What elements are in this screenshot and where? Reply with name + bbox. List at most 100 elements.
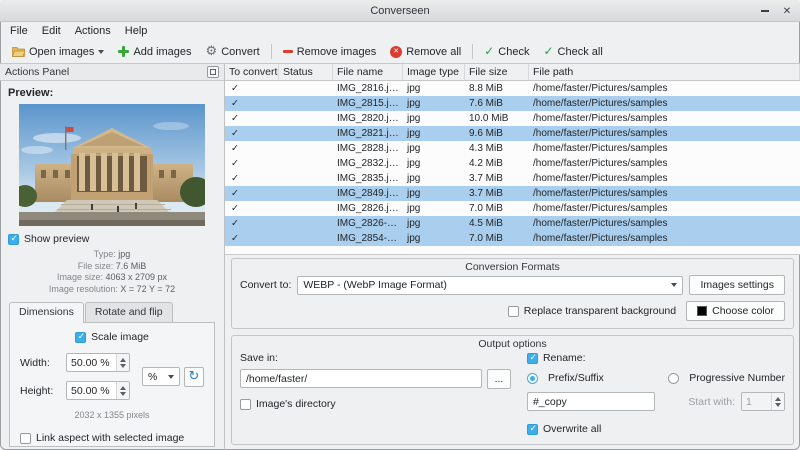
panel-tabs: Dimensions Rotate and flip (9, 302, 215, 323)
overwrite-all-checkbox[interactable]: Overwrite all (526, 423, 785, 435)
folder-open-icon (12, 47, 25, 57)
start-with-spinbox[interactable]: 1 (741, 392, 785, 411)
transparent-row: Replace transparent background Choose co… (240, 301, 785, 321)
remove-all-button[interactable]: ✕ Remove all (383, 44, 468, 60)
save-in-input[interactable] (240, 369, 482, 388)
row-check-icon[interactable]: ✓ (225, 113, 279, 124)
show-preview-checkbox[interactable]: Show preview (8, 233, 216, 245)
open-images-label: Open images (29, 45, 95, 58)
spin-stepper-buttons[interactable] (771, 393, 784, 410)
add-images-button[interactable]: Add images (111, 44, 198, 60)
spin-stepper-buttons[interactable] (116, 354, 129, 371)
rename-pattern-input[interactable] (526, 392, 655, 411)
column-file-path[interactable]: File path (529, 64, 800, 80)
row-file-size: 8.8 MiB (469, 83, 503, 94)
table-row[interactable]: ✓ IMG_2826-M... jpg 4.5 MiB/home/faster/Pic… (225, 216, 800, 231)
check-all-button[interactable]: ✓ Check all (536, 44, 609, 60)
check-button[interactable]: ✓ Check (477, 44, 536, 60)
row-check-icon[interactable]: ✓ (225, 173, 279, 184)
title-bar[interactable]: Converseen ✕ (0, 0, 800, 22)
table-row[interactable]: ✓ IMG_2816.jpg jpg 8.8 MiB/home/faster/Pict… (225, 81, 800, 96)
table-row[interactable]: ✓ IMG_2826.jpg jpg 7.0 MiB/home/faster/Pict… (225, 201, 800, 216)
table-row[interactable]: ✓ IMG_2815.jpg jpg 7.6 MiB/home/faster/Pict… (225, 96, 800, 111)
actions-panel-body: Preview: ✓ Show preview Type: jpg File s… (0, 81, 224, 450)
start-with-value: 1 (746, 395, 752, 408)
preview-image (19, 104, 205, 226)
info-resolution-label: Image resolution: (48, 283, 118, 294)
table-row[interactable]: ✓ IMG_2832.jpg jpg 4.2 MiB/home/faster/Pict… (225, 156, 800, 171)
column-file-size[interactable]: File size (465, 64, 529, 80)
row-file-path: /home/faster/Pictures/samples (533, 83, 668, 94)
row-check-icon[interactable]: ✓ (225, 98, 279, 109)
table-row[interactable]: ✓ IMG_2854-2.j... jpg 7.0 MiB/home/faster/P… (225, 231, 800, 246)
row-check-icon[interactable]: ✓ (225, 203, 279, 214)
tab-rotate-and-flip[interactable]: Rotate and flip (84, 302, 173, 322)
file-info: Type: jpg File size: 7.6 MiB Image size:… (6, 249, 218, 295)
reset-size-button[interactable]: ↻ (184, 366, 204, 387)
menu-edit[interactable]: Edit (35, 24, 68, 38)
row-file-path: /home/faster/Pictures/samples (533, 188, 668, 199)
row-check-icon[interactable]: ✓ (225, 188, 279, 199)
row-file-path: /home/faster/Pictures/samples (533, 113, 668, 124)
prefix-suffix-radio[interactable]: Prefix/Suffix (526, 372, 604, 384)
converseen-window: Converseen ✕ File Edit Actions Help Open… (0, 0, 800, 450)
column-status[interactable]: Status (279, 64, 333, 80)
menu-file[interactable]: File (3, 24, 35, 38)
row-file-size: 10.0 MiB (469, 113, 509, 124)
spin-stepper-buttons[interactable] (116, 382, 129, 399)
table-row[interactable]: ✓ IMG_2828.jpg jpg 4.3 MiB/home/faster/Pict… (225, 141, 800, 156)
row-file-name: IMG_2832.jpg (337, 158, 400, 169)
dimensions-pane: Scale image Width: 50.00 % % (9, 322, 215, 447)
row-check-icon[interactable]: ✓ (225, 158, 279, 169)
info-imagesize-label: Image size: (56, 272, 103, 282)
browse-button[interactable]: ... (486, 369, 511, 389)
row-image-type: jpg (407, 233, 421, 244)
open-images-button[interactable]: Open images (5, 44, 111, 60)
row-check-icon[interactable]: ✓ (225, 128, 279, 139)
format-combobox[interactable]: WEBP - (WebP Image Format) (297, 275, 684, 295)
close-button[interactable]: ✕ (780, 4, 794, 18)
link-aspect-checkbox[interactable]: Link aspect with selected image (20, 432, 204, 444)
row-file-size: 7.6 MiB (469, 98, 503, 109)
row-image-type: jpg (407, 188, 421, 199)
table-row[interactable]: ✓ IMG_2835.jpg jpg 3.7 MiB/home/faster/Pict… (225, 171, 800, 186)
remove-images-button[interactable]: Remove images (276, 44, 383, 60)
table-row[interactable]: ✓ IMG_2849.jpg jpg 3.7 MiB/home/faster/Pict… (225, 186, 800, 201)
tab-dimensions[interactable]: Dimensions (9, 302, 84, 323)
images-directory-checkbox[interactable]: Image's directory (240, 398, 511, 410)
unit-combobox[interactable]: % (142, 367, 180, 386)
output-columns: Save in: ... Image's directory (240, 352, 785, 437)
menu-actions[interactable]: Actions (68, 24, 118, 38)
table-row[interactable]: ✓ IMG_2820.jpg jpg 10.0 MiB/home/faster/Pic… (225, 111, 800, 126)
column-file-name[interactable]: File name (333, 64, 403, 80)
column-to-convert[interactable]: To convert (225, 64, 279, 80)
row-check-icon[interactable]: ✓ (225, 83, 279, 94)
replace-transparent-checkbox[interactable]: Replace transparent background (507, 305, 677, 317)
scale-image-checkbox[interactable]: Scale image (20, 331, 204, 343)
check-icon: ✓ (484, 44, 495, 58)
table-row[interactable]: ✓ IMG_2821.jpg jpg 9.6 MiB/home/faster/Pict… (225, 126, 800, 141)
row-file-name: IMG_2849.jpg (337, 188, 400, 199)
undock-panel-button[interactable] (207, 66, 219, 78)
file-table-header: To convert Status File name Image type F… (225, 64, 800, 81)
radio-selected-icon (526, 372, 538, 384)
images-settings-button[interactable]: Images settings (689, 275, 785, 295)
column-image-type[interactable]: Image type (403, 64, 465, 80)
height-spinbox[interactable]: 50.00 % (66, 381, 130, 400)
menu-help[interactable]: Help (118, 24, 155, 38)
rename-checkbox[interactable]: Rename: (526, 352, 785, 364)
row-check-icon[interactable]: ✓ (225, 218, 279, 229)
row-check-icon[interactable]: ✓ (225, 143, 279, 154)
progressive-number-radio[interactable]: Progressive Number (668, 372, 785, 384)
row-check-icon[interactable]: ✓ (225, 233, 279, 244)
scale-image-label: Scale image (91, 331, 149, 343)
replace-transparent-label: Replace transparent background (523, 305, 677, 317)
width-spinbox[interactable]: 50.00 % (66, 353, 130, 372)
convert-button[interactable]: ⚙ Convert (199, 44, 267, 60)
toolbar: Open images Add images ⚙ Convert Remove … (0, 40, 800, 64)
file-table: To convert Status File name Image type F… (225, 64, 800, 255)
height-value: 50.00 % (71, 384, 110, 397)
choose-color-button[interactable]: Choose color (686, 301, 785, 321)
minimize-button[interactable] (758, 4, 772, 18)
window-controls: ✕ (758, 0, 794, 22)
